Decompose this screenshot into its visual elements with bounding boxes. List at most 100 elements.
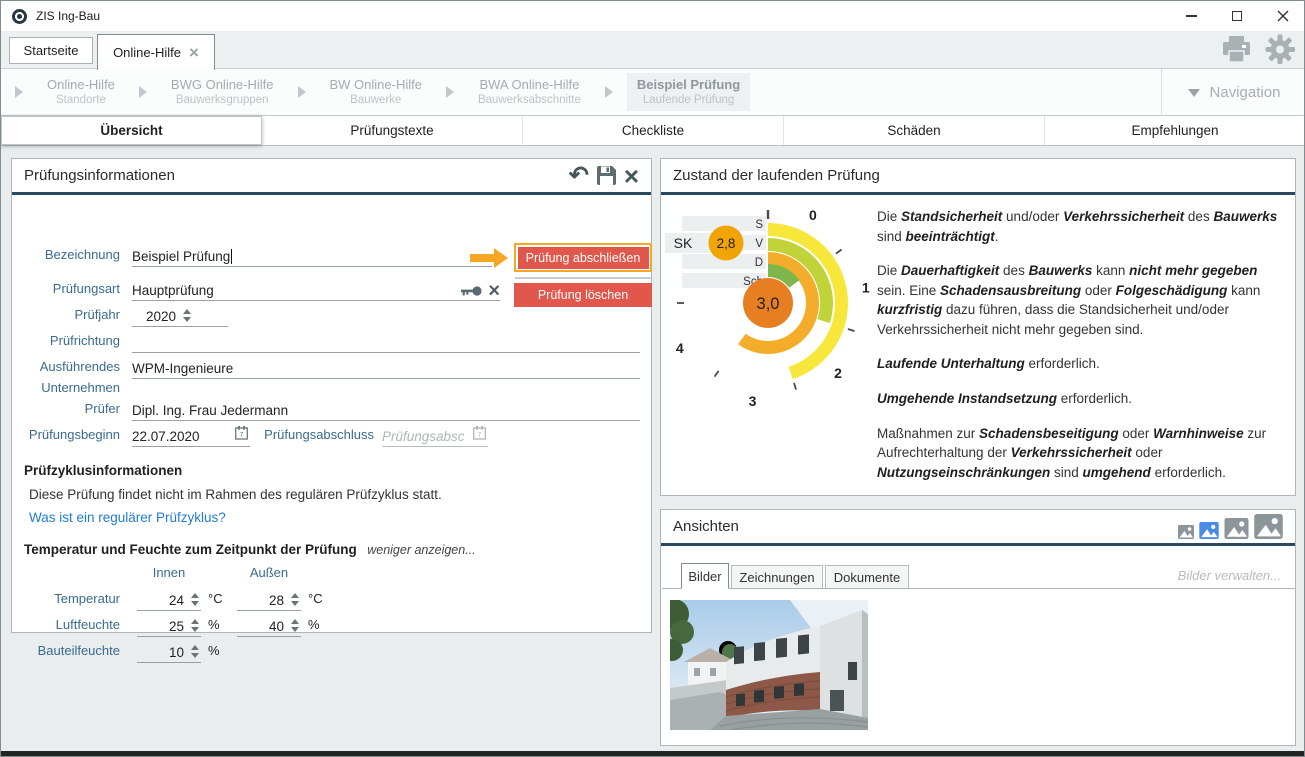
highlight-arrow-icon <box>470 248 510 268</box>
luftfeuchte-innen-stepper[interactable]: 25 <box>137 609 201 637</box>
field-label-pruefrichtung: Prüfrichtung <box>12 333 120 348</box>
save-icon[interactable] <box>596 165 617 186</box>
panel-title: Zustand der laufenden Prüfung <box>673 167 880 184</box>
close-icon <box>1277 10 1289 22</box>
panel-title: Ansichten <box>673 518 739 535</box>
unit-label: °C <box>208 591 223 606</box>
calendar-icon[interactable]: 7 <box>235 426 248 440</box>
breadcrumb-item-laufende-pruefung[interactable]: Beispiel Prüfung Laufende Prüfung <box>627 73 750 112</box>
bezeichnung-input[interactable]: Beispiel Prüfung <box>132 239 492 267</box>
stepper-arrows-icon[interactable] <box>191 645 199 658</box>
taskbar-edge <box>1 751 1305 757</box>
chevron-right-icon <box>605 86 613 98</box>
settings-gear-icon[interactable] <box>1264 34 1296 65</box>
row-label-luftfeuchte: Luftfeuchte <box>12 617 120 632</box>
manage-images-link[interactable]: Bilder verwalten... <box>1178 568 1281 583</box>
navigation-dropdown[interactable]: Navigation <box>1161 69 1305 116</box>
thumbnail-size-xlarge-icon[interactable] <box>1254 514 1283 539</box>
show-less-toggle[interactable]: weniger anzeigen... <box>367 543 475 557</box>
finish-inspection-button[interactable]: Prüfung abschließen <box>518 247 649 269</box>
pruefrichtung-input[interactable] <box>132 325 640 353</box>
stepper-arrows-icon[interactable] <box>191 593 199 606</box>
delete-inspection-button[interactable]: Prüfung löschen <box>514 283 652 307</box>
panel-close-icon[interactable]: × <box>624 166 639 186</box>
pruefungsabschluss-datepicker[interactable]: Prüfungsabsch 7 <box>382 419 488 447</box>
climate-heading: Temperatur und Feuchte zum Zeitpunkt der… <box>24 542 357 557</box>
text-caret <box>231 249 232 264</box>
field-label-pruefungsabschluss: Prüfungsabschluss <box>252 427 374 442</box>
thumbnail-size-medium-icon[interactable] <box>1199 522 1219 539</box>
section-tab-bar: Übersicht Prüfungstexte Checkliste Schäd… <box>1 116 1305 146</box>
gauge-tick <box>836 250 842 254</box>
temperatur-innen-stepper[interactable]: 24 <box>137 583 201 611</box>
breadcrumb-item-bauwerksabschnitte[interactable]: BWA Online-Hilfe Bauwerksabschnitte <box>468 73 591 112</box>
stepper-arrows-icon[interactable] <box>191 619 199 632</box>
views-tab-dokumente[interactable]: Dokumente <box>825 565 909 589</box>
temperatur-aussen-stepper[interactable]: 28 <box>237 583 301 611</box>
maximize-button[interactable] <box>1214 1 1260 31</box>
stepper-arrows-icon[interactable] <box>291 619 299 632</box>
stepper-arrows-icon[interactable] <box>291 593 299 606</box>
cycle-help-link[interactable]: Was ist ein regulärer Prüfzyklus? <box>29 510 226 525</box>
building-photo[interactable] <box>670 600 868 730</box>
breadcrumb-item-bauwerksgruppen[interactable]: BWG Online-Hilfe Bauwerksgruppen <box>161 73 284 112</box>
tab-startseite[interactable]: Startseite <box>9 37 93 64</box>
close-button[interactable] <box>1260 1 1305 31</box>
views-tab-bilder[interactable]: Bilder <box>681 563 729 589</box>
bauteilfeuchte-innen-stepper[interactable]: 10 <box>137 635 201 663</box>
tab-uebersicht[interactable]: Übersicht <box>1 116 262 145</box>
views-tab-zeichnungen[interactable]: Zeichnungen <box>731 565 823 589</box>
pruefungsart-input[interactable]: Hauptprüfung × <box>132 273 500 301</box>
tab-schaeden[interactable]: Schäden <box>784 116 1045 145</box>
tab-startseite-label: Startseite <box>24 43 79 58</box>
field-label-pruefjahr: Prüfjahr <box>12 307 120 322</box>
unit-label: % <box>308 617 320 632</box>
tab-empfehlungen[interactable]: Empfehlungen <box>1045 116 1305 145</box>
panel-title: Prüfungsinformationen <box>24 167 175 184</box>
unit-label: % <box>208 643 220 658</box>
unternehmen-input[interactable]: WPM-Ingenieure <box>132 351 640 379</box>
calendar-icon[interactable]: 7 <box>473 426 486 440</box>
thumbnail-size-large-icon[interactable] <box>1224 518 1249 539</box>
undo-icon[interactable]: ↶ <box>569 166 589 186</box>
views-panel: Ansichten Bilder <box>660 509 1296 746</box>
minimize-button[interactable] <box>1168 1 1214 31</box>
field-label-unternehmen-2: Unternehmen <box>12 380 120 395</box>
breadcrumb-item-standorte[interactable]: Online-Hilfe Standorte <box>37 73 125 112</box>
row-label-bauteilfeuchte: Bauteilfeuchte <box>12 643 120 658</box>
gauge-scale-label: 2 <box>834 365 842 381</box>
stepper-arrows-icon[interactable] <box>183 309 191 322</box>
button-separator <box>515 277 651 279</box>
main-tab-strip: Startseite Online-Hilfe × <box>1 31 1305 69</box>
application-window: ZIS Ing-Bau Startseite Online-Hilfe × <box>0 0 1305 757</box>
tab-checkliste[interactable]: Checkliste <box>523 116 784 145</box>
key-icon <box>461 285 482 297</box>
unit-label: % <box>208 617 220 632</box>
views-tab-underline <box>662 588 1295 589</box>
condition-panel: Zustand der laufenden Prüfung 01234SVDSc… <box>660 158 1296 496</box>
gauge-scale-label: 1 <box>862 280 870 296</box>
gauge-tick <box>794 383 796 390</box>
svg-text:7: 7 <box>478 432 482 439</box>
unit-label: °C <box>308 591 323 606</box>
print-icon[interactable] <box>1221 36 1252 63</box>
views-panel-header: Ansichten <box>661 510 1295 546</box>
pruefungsbeginn-datepicker[interactable]: 22.07.2020 7 <box>132 419 250 447</box>
tab-online-hilfe-label: Online-Hilfe <box>113 45 181 60</box>
field-label-unternehmen-1: Ausführendes <box>12 359 120 374</box>
tab-pruefungstexte[interactable]: Prüfungstexte <box>262 116 523 145</box>
gauge-tick <box>715 371 719 377</box>
clear-field-icon[interactable]: × <box>488 284 500 298</box>
thumbnail-size-small-icon[interactable] <box>1178 525 1194 539</box>
tab-close-icon[interactable]: × <box>189 48 199 58</box>
cycle-heading: Prüfzyklusinformationen <box>24 463 182 478</box>
pruefjahr-stepper[interactable]: 2020 <box>132 299 228 327</box>
column-header-innen: Innen <box>137 565 201 580</box>
breadcrumb-item-bauwerke[interactable]: BW Online-Hilfe Bauwerke <box>320 73 432 112</box>
tab-online-hilfe[interactable]: Online-Hilfe × <box>97 34 215 70</box>
luftfeuchte-aussen-stepper[interactable]: 40 <box>237 609 301 637</box>
gauge-tick <box>848 329 855 331</box>
pruefer-input[interactable]: Dipl. Ing. Frau Jedermann <box>132 393 640 421</box>
chevron-right-icon <box>15 86 23 98</box>
finish-inspection-button-highlight: Prüfung abschließen <box>514 243 652 272</box>
